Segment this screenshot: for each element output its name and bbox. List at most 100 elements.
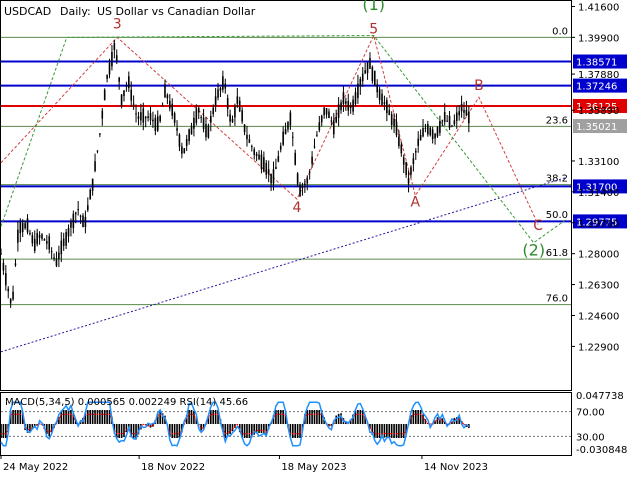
candle-body <box>398 136 400 146</box>
candle-body <box>347 101 350 111</box>
main-pane-border <box>0 0 572 391</box>
candle-body <box>50 251 53 253</box>
candle-body <box>41 234 43 239</box>
candle-body <box>178 134 181 147</box>
macd-histogram-bar <box>376 424 378 438</box>
price-tick-label: 1.26300 <box>578 281 619 292</box>
candle-body <box>441 120 444 122</box>
macd-histogram-bar <box>14 410 17 424</box>
candle-body <box>231 118 234 123</box>
macd-histogram-bar <box>229 424 231 435</box>
candle-body <box>229 114 231 122</box>
macd-histogram-bar <box>193 410 195 424</box>
candle-body <box>214 96 217 107</box>
wave-label: B <box>474 78 484 94</box>
candle-body <box>419 134 422 141</box>
candle-body <box>443 112 446 122</box>
macd-histogram-bar <box>419 410 422 424</box>
date-tick-label: 18 Nov 2022 <box>141 462 205 473</box>
candle-body <box>373 70 376 86</box>
candle-body <box>342 92 345 105</box>
fib-level-label: 76.0 <box>546 294 568 305</box>
candle-body <box>386 100 388 114</box>
candle-body <box>359 78 362 87</box>
price-tick-label: 1.22900 <box>578 342 619 353</box>
macd-histogram-bar <box>67 410 70 424</box>
macd-histogram-bar <box>436 417 439 424</box>
candle-body <box>82 215 84 228</box>
candle-body <box>14 263 17 266</box>
candle-body <box>26 218 29 233</box>
wave-label: 4 <box>293 200 302 216</box>
candle-body <box>468 111 470 124</box>
candle-body <box>164 84 166 98</box>
candle-body <box>453 120 456 125</box>
candle-body <box>366 62 369 74</box>
chart-symbol: USDCAD <box>4 5 51 18</box>
candle-body <box>156 116 159 131</box>
price-level-label: 1.37246 <box>576 82 617 93</box>
price-tick-label: 1.28000 <box>578 250 619 261</box>
price-tick-label: 1.24600 <box>578 311 619 322</box>
fib-level-label: 23.6 <box>546 115 568 126</box>
candle-body <box>439 121 441 133</box>
macd-histogram-bar <box>125 424 128 433</box>
candle-body <box>113 43 116 50</box>
candle-body <box>183 148 186 154</box>
candle-body <box>101 110 104 119</box>
macd-histogram-bar <box>101 410 104 424</box>
wave-label: 3 <box>113 16 122 32</box>
candle-body <box>79 215 82 217</box>
candle-body <box>455 112 458 121</box>
candle-body <box>217 89 219 98</box>
macd-histogram-bar <box>176 424 178 438</box>
candle-body <box>159 115 161 122</box>
candle-body <box>74 212 77 215</box>
macd-histogram-bar <box>306 410 309 424</box>
indicator-tick-label: 70.00 <box>576 408 605 419</box>
wave-count-line <box>0 34 539 225</box>
macd-histogram-bar <box>291 424 294 438</box>
date-tick-label: 14 Nov 2023 <box>424 462 488 473</box>
price-tick-label: 1.31400 <box>578 188 619 199</box>
candle-body <box>301 185 304 189</box>
macd-histogram-bar <box>359 410 362 424</box>
macd-histogram-bar <box>2 424 5 438</box>
macd-histogram-bar <box>313 410 316 424</box>
candle-body <box>345 101 347 104</box>
macd-histogram-bar <box>210 410 212 424</box>
candle-body <box>325 108 328 115</box>
indicator-tick-label: 30.00 <box>576 432 605 443</box>
candle-body <box>176 128 178 131</box>
candle-body <box>376 84 378 93</box>
candle-body <box>31 235 34 244</box>
macd-histogram-bar <box>277 410 280 424</box>
candle-body <box>371 67 374 82</box>
macd-histogram-bar <box>294 424 297 438</box>
candle-body <box>2 262 5 271</box>
macd-histogram-bar <box>318 410 321 424</box>
macd-histogram-bar <box>248 424 251 438</box>
candle-body <box>185 139 188 147</box>
candle-body <box>265 162 268 175</box>
candle-body <box>140 112 142 121</box>
candle-body <box>55 258 58 266</box>
candle-body <box>89 189 92 200</box>
candle-body <box>38 234 41 238</box>
macd-histogram-bar <box>29 424 31 432</box>
candle-body <box>132 103 135 105</box>
candle-body <box>289 112 292 126</box>
macd-histogram-bar <box>132 424 135 438</box>
candle-body <box>224 83 227 89</box>
candle-body <box>241 110 243 122</box>
macd-histogram-bar <box>118 424 120 438</box>
price-tick-label: 1.33100 <box>578 157 619 168</box>
macd-histogram-bar <box>386 424 388 438</box>
candle-body <box>402 157 405 165</box>
candle-body <box>340 102 342 111</box>
macd-histogram-bar <box>357 410 359 424</box>
candle-body <box>427 124 429 135</box>
fib-level-label: 61.8 <box>546 248 568 259</box>
candle-body <box>446 120 448 122</box>
macd-histogram-bar <box>62 410 65 424</box>
